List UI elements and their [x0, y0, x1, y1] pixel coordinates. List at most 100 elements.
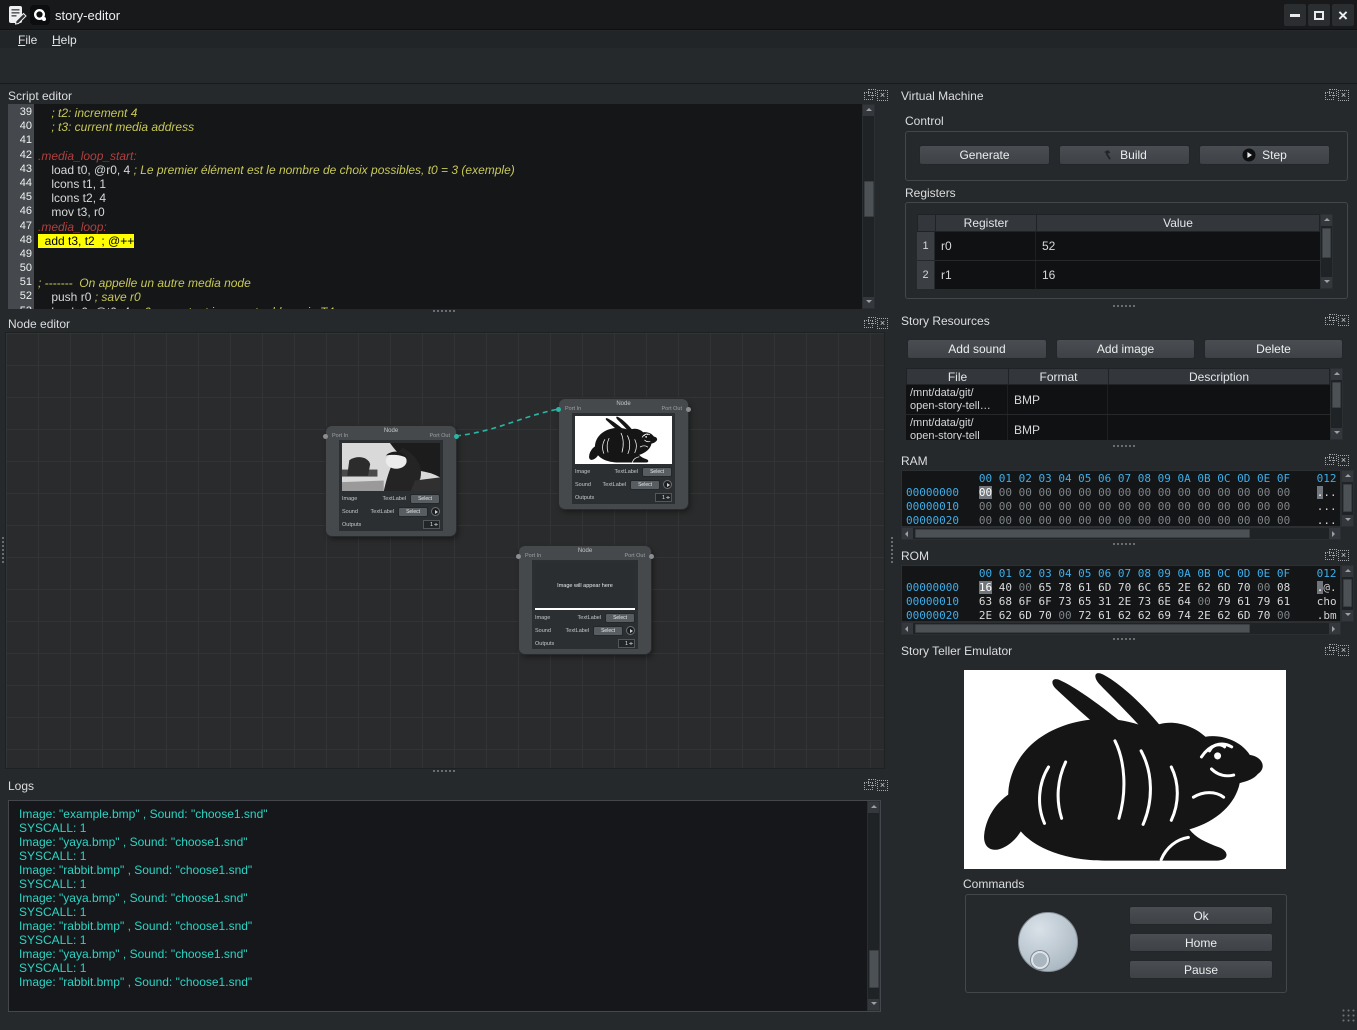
build-button[interactable]: Build [1059, 145, 1190, 165]
panel-title-resources: Story Resources [901, 314, 990, 328]
ram-hscrollbar[interactable] [901, 527, 1341, 540]
line-number: 46 [8, 205, 32, 217]
close-icon[interactable]: × [877, 90, 888, 101]
vertical-splitter-handle[interactable] [890, 536, 894, 564]
rom-hex-view[interactable]: 00 01 02 03 04 05 06 07 08 09 0A 0B 0C 0… [901, 565, 1341, 622]
register-row[interactable]: 2r116 [917, 261, 1320, 290]
close-button[interactable]: × [1332, 4, 1354, 26]
knob-indicator [1031, 951, 1049, 969]
resources-table-body[interactable]: /mnt/data/git/ open-story-tell…BMP/mnt/d… [906, 385, 1330, 440]
maximize-button[interactable] [1308, 4, 1330, 26]
float-icon[interactable] [1325, 457, 1334, 465]
registers-table-header[interactable]: Register Value [917, 214, 1320, 232]
close-icon[interactable]: × [877, 318, 888, 329]
resource-row[interactable]: /mnt/data/git/ open-story-tell…BMP [906, 385, 1330, 415]
logs-dock-header: Logs × [8, 779, 890, 795]
port-in-dot[interactable] [516, 554, 521, 559]
sound-select-button[interactable]: Select [593, 626, 623, 636]
image-select-button[interactable]: Select [410, 494, 440, 504]
rotary-knob[interactable] [1018, 912, 1078, 972]
float-icon[interactable] [1325, 317, 1334, 325]
splitter-handle[interactable] [1112, 444, 1136, 448]
splitter-handle[interactable] [1112, 542, 1136, 546]
code-line: 44 lcons t1, 1 [8, 177, 861, 191]
step-button[interactable]: Step [1199, 145, 1330, 165]
port-in-dot[interactable] [323, 434, 328, 439]
media-node[interactable]: NodePort InPort OutImageTextLabelSelectS… [559, 399, 688, 509]
rom-vscrollbar[interactable] [1341, 565, 1354, 622]
logs-vscrollbar[interactable] [867, 801, 880, 1011]
port-in-dot[interactable] [556, 407, 561, 412]
resource-row[interactable]: /mnt/data/git/ open-story-tellBMP [906, 415, 1330, 440]
sound-label: Sound [342, 509, 368, 515]
close-icon[interactable]: × [1338, 645, 1349, 656]
status-bar [0, 1015, 1357, 1030]
sound-select-button[interactable]: Select [630, 480, 660, 490]
splitter-handle[interactable] [432, 769, 456, 773]
sound-play-icon[interactable] [431, 507, 440, 516]
sound-play-icon[interactable] [663, 480, 672, 489]
close-icon[interactable]: × [1338, 550, 1349, 561]
logs-output[interactable]: Image: "example.bmp" , Sound: "choose1.s… [8, 800, 881, 1012]
log-line: SYSCALL: 1 [9, 933, 864, 947]
add-sound-button[interactable]: Add sound [907, 339, 1047, 359]
close-icon[interactable]: × [1338, 315, 1349, 326]
image-label: Image [535, 615, 561, 621]
pause-button[interactable]: Pause [1129, 960, 1273, 979]
ram-vscrollbar[interactable] [1341, 470, 1354, 527]
outputs-spinbox[interactable]: 1 [655, 493, 672, 502]
ram-hex-view[interactable]: 00 01 02 03 04 05 06 07 08 09 0A 0B 0C 0… [901, 470, 1341, 527]
float-icon[interactable] [864, 782, 873, 790]
home-button[interactable]: Home [1129, 933, 1273, 952]
resources-table-header[interactable]: File Format Description [906, 368, 1330, 385]
menu-item-file[interactable]: File [14, 32, 41, 48]
log-line: Image: "rabbit.bmp" , Sound: "choose1.sn… [9, 919, 864, 933]
outputs-spinbox[interactable]: 1 [618, 639, 635, 648]
splitter-handle[interactable] [1112, 637, 1136, 641]
menu-item-help[interactable]: Help [48, 32, 81, 48]
resources-vscrollbar[interactable] [1330, 368, 1343, 440]
log-line: SYSCALL: 1 [9, 849, 864, 863]
script-editor-vscrollbar[interactable] [862, 104, 875, 309]
minimize-button[interactable] [1284, 4, 1306, 26]
vm-dock-header: Virtual Machine × [901, 89, 1353, 105]
code-line: 50 [8, 262, 861, 276]
generate-button[interactable]: Generate [919, 145, 1050, 165]
media-node[interactable]: NodePort InPort OutImageTextLabelSelectS… [326, 426, 456, 536]
line-number: 48 [8, 234, 32, 246]
panel-title-node-editor: Node editor [8, 317, 70, 331]
resize-grip[interactable] [1341, 1008, 1355, 1022]
splitter-handle[interactable] [1112, 304, 1136, 308]
float-icon[interactable] [864, 320, 873, 328]
sound-select-button[interactable]: Select [398, 507, 428, 517]
float-icon[interactable] [1325, 92, 1334, 100]
media-node[interactable]: NodePort InPort OutImage will appear her… [519, 546, 651, 654]
rom-hscrollbar[interactable] [901, 622, 1341, 635]
titlebar[interactable]: story-editor × [0, 0, 1357, 30]
splitter-handle[interactable] [432, 309, 456, 313]
port-out-dot[interactable] [649, 554, 654, 559]
node-connection [6, 333, 885, 769]
sound-play-icon[interactable] [626, 626, 635, 635]
float-icon[interactable] [864, 92, 873, 100]
close-icon[interactable]: × [1338, 90, 1349, 101]
float-icon[interactable] [1325, 647, 1334, 655]
node-editor-canvas[interactable]: NodePort InPort OutImageTextLabelSelectS… [5, 332, 885, 769]
register-row[interactable]: 1r052 [917, 232, 1320, 261]
ok-button[interactable]: Ok [1129, 906, 1273, 925]
float-icon[interactable] [1325, 552, 1334, 560]
file-cell: /mnt/data/git/ open-story-tell… [906, 385, 1008, 414]
close-icon[interactable]: × [1338, 455, 1349, 466]
close-icon[interactable]: × [877, 780, 888, 791]
port-out-dot[interactable] [686, 407, 691, 412]
add-image-button[interactable]: Add image [1056, 339, 1195, 359]
vertical-splitter-handle[interactable] [1, 536, 5, 564]
outputs-spinbox[interactable]: 1 [423, 520, 440, 529]
delete-button[interactable]: Delete [1204, 339, 1343, 359]
registers-vscrollbar[interactable] [1320, 214, 1333, 289]
log-line: Image: "yaya.bmp" , Sound: "choose1.snd" [9, 891, 864, 905]
port-out-dot[interactable] [454, 434, 459, 439]
script-editor-code[interactable]: 39 ; t2: increment 440 ; t3: current med… [8, 104, 875, 309]
image-select-button[interactable]: Select [605, 613, 635, 623]
image-select-button[interactable]: Select [642, 467, 672, 477]
